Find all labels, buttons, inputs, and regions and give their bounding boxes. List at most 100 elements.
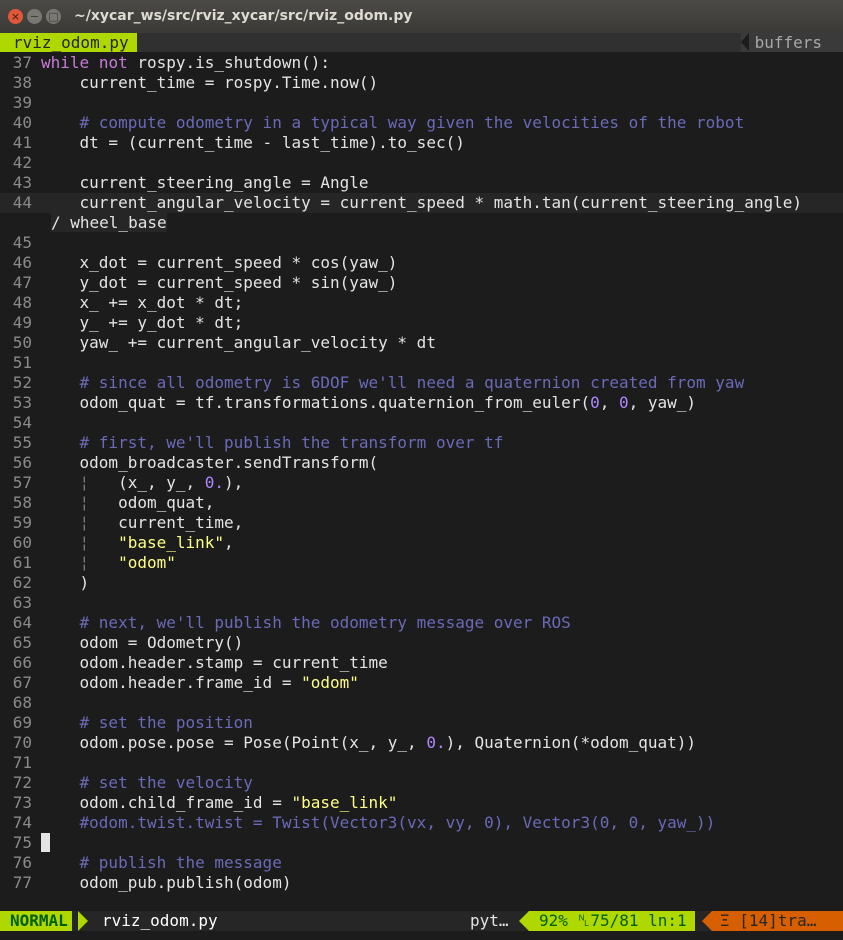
code-line: 71 [0, 753, 843, 773]
line-number: 77 [12, 873, 32, 892]
code-line: 59 ¦ current_time, [0, 513, 843, 533]
line-number: 42 [12, 153, 32, 172]
code-comment: # compute odometry in a typical way give… [79, 113, 745, 132]
code-comment: # next, we'll publish the odometry messa… [79, 613, 571, 632]
powerline-separator [702, 911, 712, 931]
status-filename: rviz_odom.py [102, 911, 218, 930]
code-string: "base_link" [291, 793, 398, 812]
line-number: 73 [12, 793, 32, 812]
mode-indicator: NORMAL [0, 911, 72, 931]
tabline-scroll-indicator [830, 33, 843, 52]
line-number: 39 [12, 93, 32, 112]
line-number: 64 [12, 613, 32, 632]
line-number: 47 [12, 273, 32, 292]
code-line: 42 [0, 153, 843, 173]
text-cursor [41, 833, 50, 852]
line-number: 74 [12, 813, 32, 832]
code-editor[interactable]: 37 while not rospy.is_shutdown(): 38 curr… [0, 53, 843, 893]
line-number: 75 [12, 833, 32, 852]
line-number: 60 [12, 533, 32, 552]
buffers-label: buffers [740, 33, 830, 52]
code-line: 49 y_ += y_dot * dt; [0, 313, 843, 333]
line-number: 54 [12, 413, 32, 432]
window-titlebar: × − □ ~/xycar_ws/src/rviz_xycar/src/rviz… [0, 0, 843, 34]
code-line: 38 current_time = rospy.Time.now() [0, 73, 843, 93]
line-number: 76 [12, 853, 32, 872]
status-position: 92% ␤75/81 ln:1 [529, 911, 695, 931]
line-number: 45 [12, 233, 32, 252]
line-number: 50 [12, 333, 32, 352]
code-line: 50 yaw_ += current_angular_velocity * dt [0, 333, 843, 353]
code-line: 63 [0, 593, 843, 613]
code-string: "odom" [301, 673, 359, 692]
tab-rviz-odom[interactable]: rviz_odom.py [0, 33, 137, 52]
code-line: 62 ) [0, 573, 843, 593]
code-line: 61 ¦ "odom" [0, 553, 843, 573]
line-number: 72 [12, 773, 32, 792]
line-number: 38 [12, 73, 32, 92]
powerline-separator [78, 911, 88, 931]
line-number: 52 [12, 373, 32, 392]
minimize-window-button[interactable]: − [27, 9, 42, 24]
code-line: 74 #odom.twist.twist = Twist(Vector3(vx,… [0, 813, 843, 833]
line-number: 48 [12, 293, 32, 312]
code-line: 57 ¦ (x_, y_, 0.), [0, 473, 843, 493]
code-line: 67 odom.header.frame_id = "odom" [0, 673, 843, 693]
window-title: ~/xycar_ws/src/rviz_xycar/src/rviz_odom.… [74, 8, 413, 24]
code-line: 39 [0, 93, 843, 113]
code-string: "base_link" [118, 533, 225, 552]
powerline-separator [519, 911, 529, 931]
line-number: 57 [12, 473, 32, 492]
code-line: 37 while not rospy.is_shutdown(): [0, 53, 843, 73]
wrapped-line: / wheel_base [51, 213, 167, 232]
code-comment: #odom.twist.twist = Twist(Vector3(vx, vy… [79, 813, 716, 832]
code-line: 68 [0, 693, 843, 713]
code-line: 53 odom_quat = tf.transformations.quater… [0, 393, 843, 413]
line-number: 51 [12, 353, 32, 372]
code-line: 77 odom_pub.publish(odom) [0, 873, 843, 893]
code-line: 66 odom.header.stamp = current_time [0, 653, 843, 673]
indent-guide: ¦ [41, 473, 119, 492]
line-number: 37 [12, 53, 32, 72]
code-line: 64 # next, we'll publish the odometry me… [0, 613, 843, 633]
code-line: 60 ¦ "base_link", [0, 533, 843, 553]
code-line: 46 x_dot = current_speed * cos(yaw_) [0, 253, 843, 273]
status-warnings: Ξ [14]tra… [712, 911, 843, 931]
indent-guide: ¦ [41, 513, 119, 532]
line-number: 71 [12, 753, 32, 772]
line-number: 56 [12, 453, 32, 472]
line-number: 67 [12, 673, 32, 692]
code-line: 51 [0, 353, 843, 373]
line-number: 58 [12, 493, 32, 512]
code-line: 47 y_dot = current_speed * sin(yaw_) [0, 273, 843, 293]
code-line: 44 current_angular_velocity = current_sp… [0, 193, 843, 213]
line-number: 46 [12, 253, 32, 272]
line-number: 62 [12, 573, 32, 592]
code-line: 69 # set the position [0, 713, 843, 733]
code-line: 73 odom.child_frame_id = "base_link" [0, 793, 843, 813]
line-number: 43 [12, 173, 32, 192]
line-number: 49 [12, 313, 32, 332]
vim-statusline: NORMAL rviz_odom.py pyt… 92% ␤75/81 ln:1… [0, 911, 843, 931]
line-number: 68 [12, 693, 32, 712]
maximize-window-button[interactable]: □ [46, 9, 61, 24]
code-line: 41 dt = (current_time - last_time).to_se… [0, 133, 843, 153]
code-line: 43 current_steering_angle = Angle [0, 173, 843, 193]
code-comment: # first, we'll publish the transform ove… [79, 433, 504, 452]
close-window-button[interactable]: × [8, 9, 23, 24]
indent-guide: ¦ [41, 533, 119, 552]
line-number: 40 [12, 113, 32, 132]
code-line: 58 ¦ odom_quat, [0, 493, 843, 513]
line-number: 70 [12, 733, 32, 752]
vim-tabline: rviz_odom.py buffers [0, 33, 843, 52]
code-line: 48 x_ += x_dot * dt; [0, 293, 843, 313]
status-filetype: pyt… [470, 911, 509, 930]
line-number: 65 [12, 633, 32, 652]
code-line: 65 odom = Odometry() [0, 633, 843, 653]
code-string: "odom" [118, 553, 176, 572]
line-number: 63 [12, 593, 32, 612]
code-line: 70 odom.pose.pose = Pose(Point(x_, y_, 0… [0, 733, 843, 753]
code-line: 54 [0, 413, 843, 433]
line-number: 61 [12, 553, 32, 572]
terminal[interactable]: rviz_odom.py buffers 37 while not rospy.i… [0, 33, 843, 940]
